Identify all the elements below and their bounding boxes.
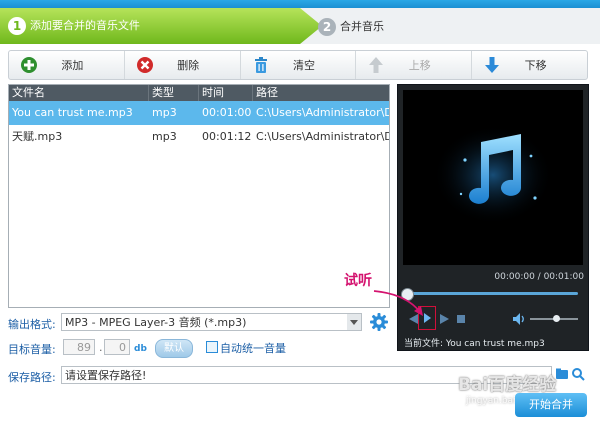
annotation-preview: 试听: [344, 273, 372, 289]
column-header-type[interactable]: 类型: [149, 85, 199, 101]
format-label: 输出格式:: [8, 318, 56, 331]
search-icon[interactable]: [571, 366, 585, 382]
player-screen: [403, 90, 583, 265]
watermark-logo: Bai百度经验: [458, 375, 557, 395]
gear-icon[interactable]: [369, 312, 389, 332]
move-up-button[interactable]: 上移: [356, 51, 473, 79]
delete-button[interactable]: 删除: [125, 51, 241, 79]
step-1-number: 1: [8, 17, 26, 35]
folder-icon[interactable]: [555, 366, 569, 382]
cell-time: 00:01:12: [202, 130, 252, 143]
move-up-button-label: 上移: [408, 59, 431, 72]
current-file: 当前文件: You can trust me.mp3: [404, 339, 545, 349]
default-button[interactable]: 默认: [155, 339, 193, 358]
volume-icon[interactable]: [512, 312, 526, 326]
format-select-value: MP3 - MPEG Layer-3 音频 (*.mp3): [65, 316, 247, 329]
add-icon: [21, 57, 37, 73]
step-1-active: 1 添加要合并的音乐文件: [0, 8, 322, 44]
cell-type: mp3: [152, 130, 177, 143]
column-header-path[interactable]: 路径: [253, 85, 389, 101]
save-path-label: 保存路径:: [8, 371, 56, 384]
table-row[interactable]: 天赋.mp3 mp3 00:01:12 C:\Users\Administrat…: [9, 125, 389, 149]
step-2-label: 合并音乐: [340, 20, 384, 33]
format-select[interactable]: MP3 - MPEG Layer-3 音频 (*.mp3): [61, 313, 362, 331]
step-2[interactable]: 2 合并音乐: [318, 14, 384, 40]
table-row[interactable]: You can trust me.mp3 mp3 00:01:00 C:\Use…: [9, 101, 389, 125]
step-2-number: 2: [318, 18, 336, 36]
arrow-up-icon: [369, 57, 384, 73]
delete-icon: [136, 57, 153, 73]
stop-icon[interactable]: [456, 314, 466, 324]
arrow-down-icon: [485, 57, 500, 73]
toolbar: 添加 删除 清空 上移 下移: [8, 50, 588, 80]
column-header-filename[interactable]: 文件名: [9, 85, 149, 101]
cell-time: 00:01:00: [202, 106, 252, 119]
volume-integer-input[interactable]: 89: [63, 339, 95, 355]
volume-thumb[interactable]: [553, 315, 561, 322]
seek-bar[interactable]: [406, 292, 578, 295]
column-header-time[interactable]: 时间: [199, 85, 253, 101]
clear-button[interactable]: 清空: [241, 51, 357, 79]
playback-time: 00:00:00 / 00:01:00: [494, 272, 584, 282]
unify-volume-label: 自动统一音量: [220, 342, 286, 355]
add-button[interactable]: 添加: [9, 51, 125, 79]
start-merge-button[interactable]: 开始合并: [515, 393, 587, 417]
move-down-button-label: 下移: [524, 59, 547, 72]
move-down-button[interactable]: 下移: [472, 51, 587, 79]
cell-path: C:\Users\Administrator\D...: [256, 106, 389, 119]
clear-button-label: 清空: [292, 59, 315, 72]
cell-type: mp3: [152, 106, 177, 119]
add-button-label: 添加: [61, 59, 84, 72]
title-strip: [0, 0, 600, 8]
delete-button-label: 删除: [177, 59, 200, 72]
file-list[interactable]: 文件名 类型 时间 路径 You can trust me.mp3 mp3 00…: [8, 84, 390, 308]
volume-unit: db: [134, 344, 147, 354]
chevron-down-icon: [347, 314, 361, 330]
trash-icon: [254, 57, 267, 73]
volume-label: 目标音量:: [8, 343, 56, 356]
cell-filename: You can trust me.mp3: [12, 106, 133, 119]
unify-volume-checkbox[interactable]: [206, 341, 218, 353]
music-note-icon: [433, 125, 553, 225]
file-list-header: 文件名 类型 时间 路径: [9, 85, 389, 101]
cell-filename: 天赋.mp3: [12, 130, 63, 143]
volume-decimal-input[interactable]: 0: [104, 339, 130, 355]
step-1-label: 添加要合并的音乐文件: [30, 19, 140, 32]
next-icon[interactable]: [439, 313, 451, 325]
cell-path: C:\Users\Administrator\D...: [256, 130, 389, 143]
